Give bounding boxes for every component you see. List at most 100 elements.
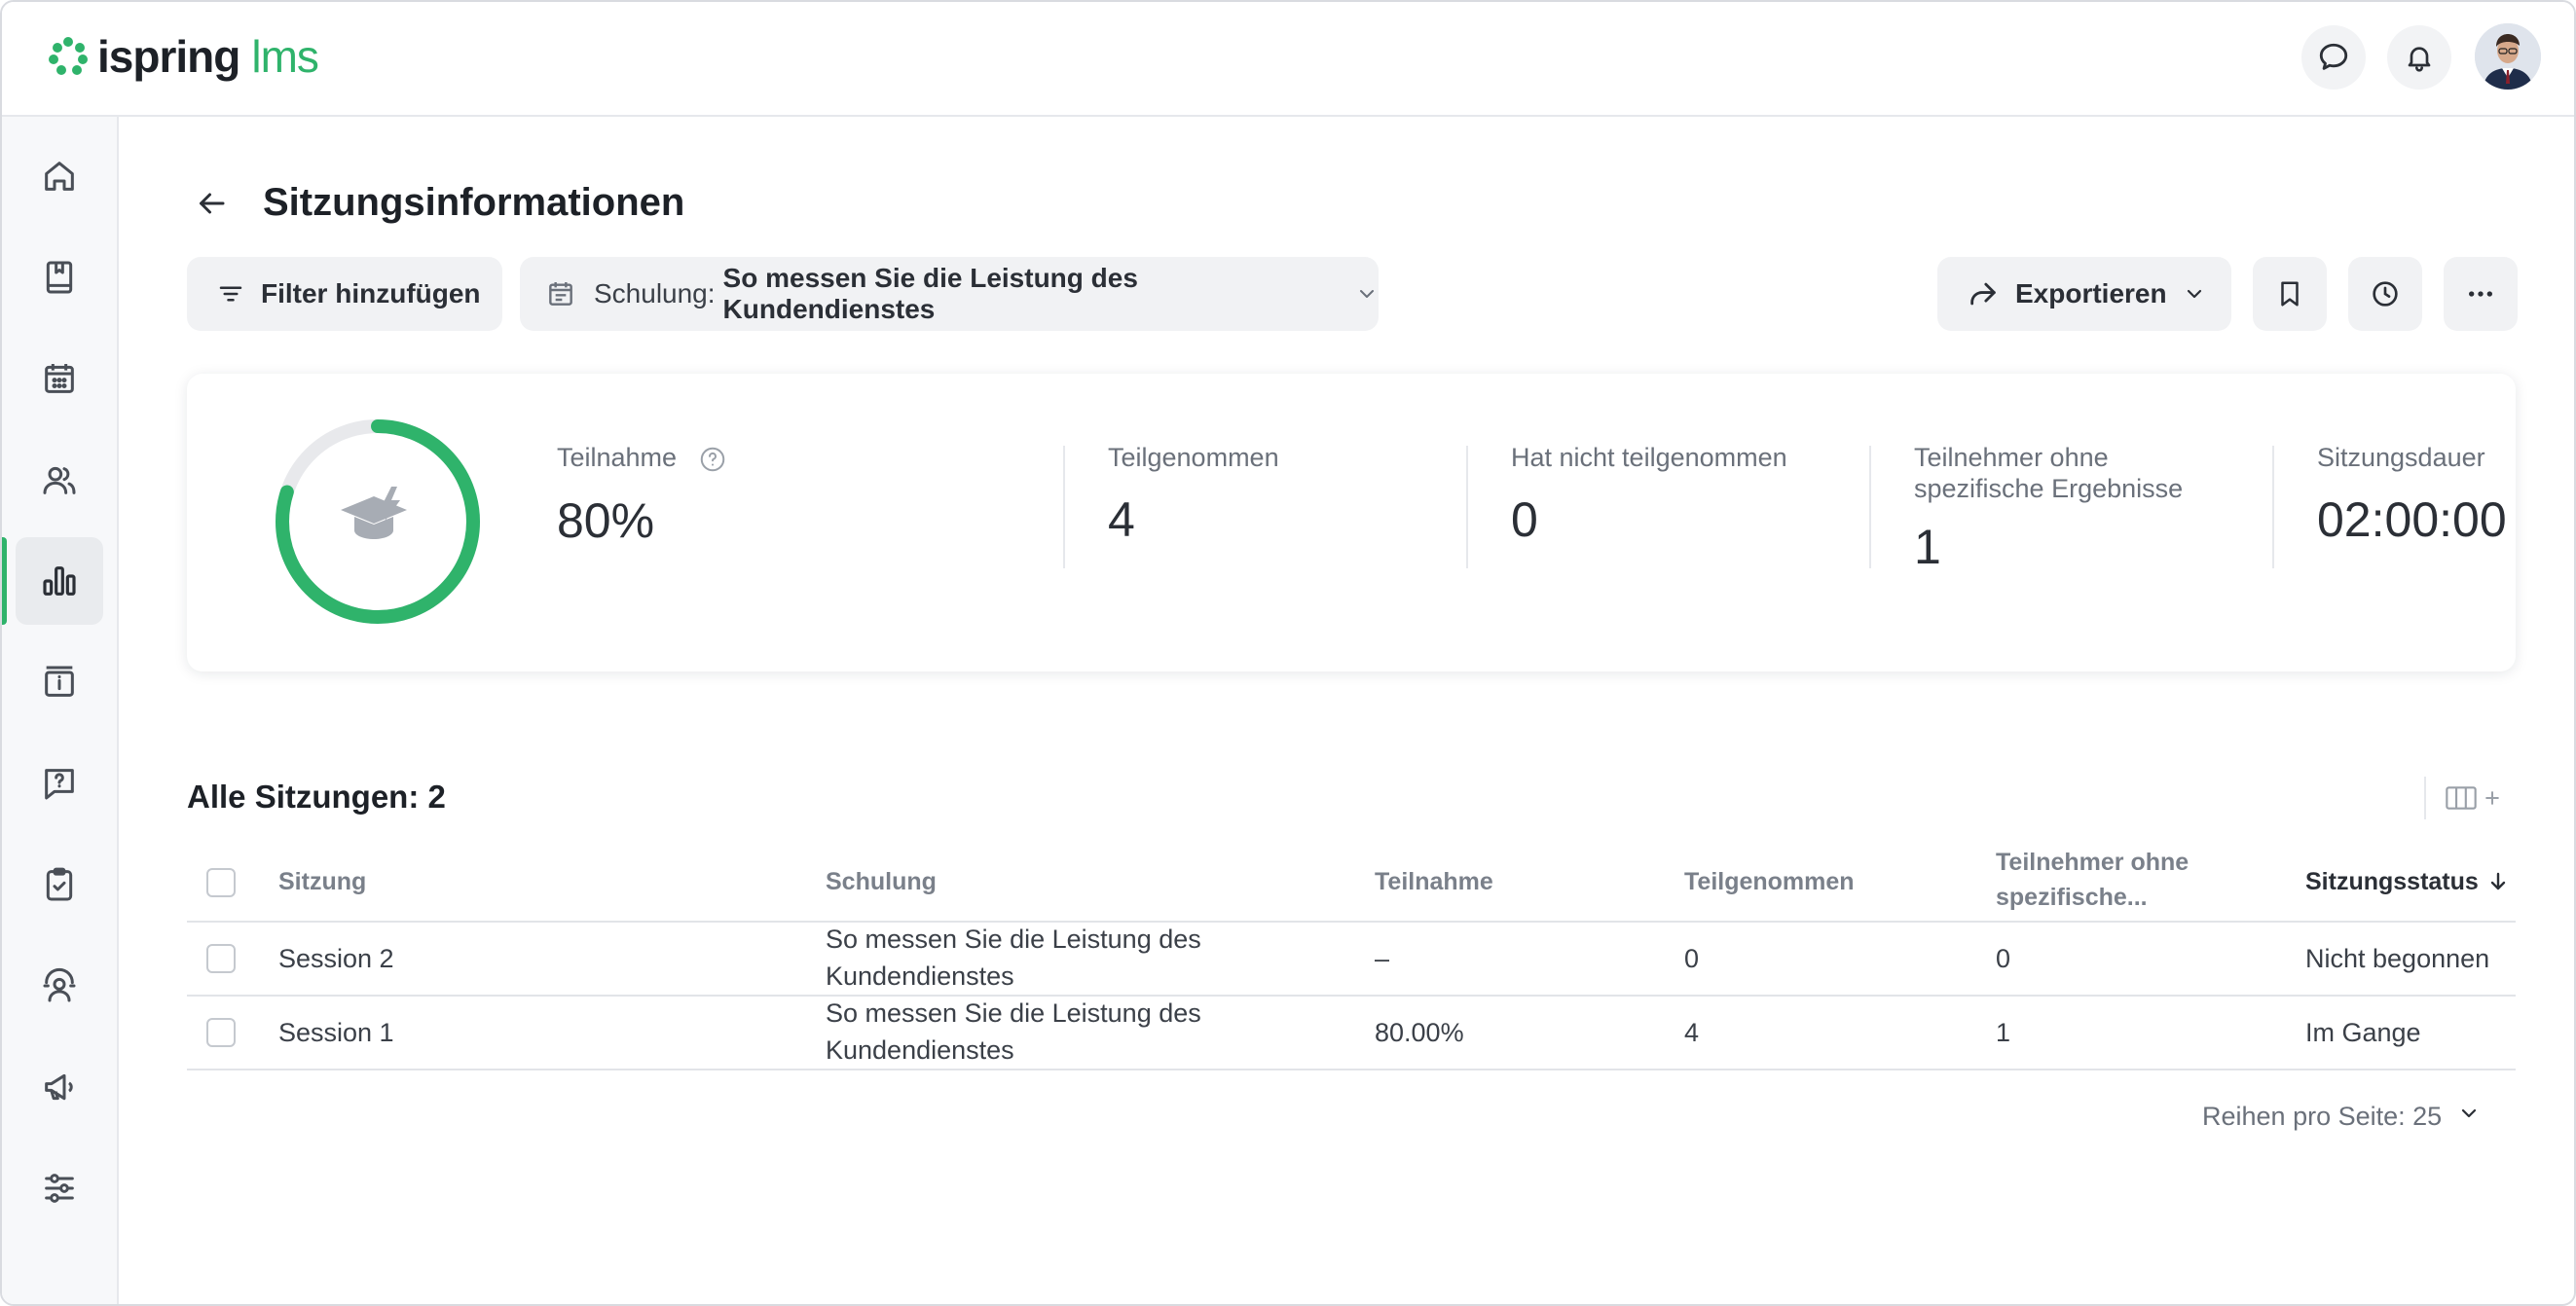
settings-sliders-icon [45,1174,74,1203]
arrow-left-icon [200,193,225,214]
more-options-button[interactable] [2444,257,2518,331]
logo-product-text: lms [251,31,319,82]
course-selector-value: So messen Sie die Leistung des Kundendie… [722,263,1138,324]
stat-duration-value: 02:00:00 [2317,492,2507,547]
sidebar-item-reports[interactable] [2,537,103,625]
stat-duration: Sitzungsdauer 02:00:00 [2317,442,2507,549]
sidebar-item-users[interactable] [16,436,103,524]
users-icon [43,466,76,494]
user-avatar[interactable] [2475,23,2541,90]
chat-bubble-icon [2319,43,2348,70]
row-checkbox[interactable] [206,944,236,973]
clock-icon [2373,281,2398,307]
sidebar-item-home[interactable] [16,132,103,220]
cell-session[interactable]: Session 1 [278,1014,394,1051]
stat-attended-value: 4 [1108,492,1135,547]
column-settings-button[interactable] [2446,777,2514,819]
stat-not-attended: Hat nicht teilgenommen 0 [1511,442,1787,549]
course-selector-prefix: Schulung: [594,278,716,308]
column-header-attended[interactable]: Teilgenommen [1684,864,1855,899]
export-button[interactable]: Exportieren [1937,257,2231,331]
history-button[interactable] [2348,257,2422,331]
stat-attended-label: Teilgenommen [1108,443,1279,472]
bookmark-icon [2281,281,2299,307]
stat-no-results-value: 1 [1914,520,1941,574]
sort-arrow-down-icon [2490,872,2505,890]
page-title: Sitzungsinformationen [263,181,685,224]
bell-icon [2408,47,2431,72]
chevron-down-icon [2457,1102,2481,1132]
stat-no-results: Teilnehmer ohne spezifische Ergebnisse 1 [1914,442,2183,576]
sidebar-item-info-board[interactable] [16,638,103,726]
cell-attendance: 80.00% [1375,1018,1464,1047]
stat-attended: Teilgenommen 4 [1108,442,1279,549]
sessions-table: Sitzung Schulung Teilnahme Teilgenommen … [187,841,2516,1070]
select-all-checkbox[interactable] [206,868,236,897]
sidebar-item-assignments[interactable] [16,841,103,928]
cell-attended: 0 [1684,944,1700,973]
stat-duration-label: Sitzungsdauer [2317,443,2485,472]
help-circle-icon[interactable] [698,445,727,474]
rows-per-page-selector[interactable]: Reihen pro Seite: 25 [2202,1102,2481,1132]
columns-icon [2446,786,2477,810]
column-header-no-results[interactable]: Teilnehmer ohne spezifische... [1996,845,2189,915]
column-header-no-results-line1: Teilnehmer ohne [1996,849,2190,876]
column-header-session[interactable]: Sitzung [278,864,366,899]
stat-no-results-label-line1: Teilnehmer ohne [1914,443,2109,472]
column-header-status[interactable]: Sitzungsstatus [2305,864,2510,899]
column-header-course[interactable]: Schulung [826,864,937,899]
column-header-status-label: Sitzungsstatus [2305,868,2479,895]
chat-button[interactable] [2301,25,2366,90]
bookmark-button[interactable] [2253,257,2327,331]
sidebar-item-questions[interactable] [16,740,103,827]
top-bar: ispring lms [2,2,2574,117]
sidebar-item-settings[interactable] [16,1144,103,1232]
cell-attendance: – [1375,944,1390,973]
more-horizontal-icon [2469,291,2492,297]
table-row[interactable]: Session 1 So messen Sie die Leistung des… [187,997,2516,1070]
stat-no-results-label-line2: spezifische Ergebnisse [1914,474,2184,503]
sidebar-item-calendar[interactable] [16,335,103,422]
toolbar-divider [2424,777,2426,819]
back-button[interactable] [187,179,236,228]
cell-status: Im Gange [2305,1018,2421,1047]
stat-not-attended-value: 0 [1511,492,1538,547]
cell-course-line2: Kundendienstes [826,1035,1014,1065]
cell-attended: 4 [1684,1018,1700,1047]
home-icon [45,162,74,191]
chevron-down-icon [2183,282,2206,306]
app-window: ispring lms Sitzungsinformationen Filter… [0,0,2576,1306]
stat-divider [1466,446,1468,568]
table-header-row: Sitzung Schulung Teilnahme Teilgenommen … [187,841,2516,923]
notifications-button[interactable] [2387,25,2451,90]
calendar-icon [45,364,74,393]
stat-attendance-value: 80% [557,492,655,548]
stat-divider [1063,446,1065,568]
stat-attendance-label: Teilnahme [557,443,678,472]
cell-course: So messen Sie die Leistung des Kundendie… [826,921,1201,995]
filter-icon [216,279,245,308]
column-header-attendance[interactable]: Teilnahme [1375,864,1493,899]
add-filter-button[interactable]: Filter hinzufügen [187,257,502,331]
sidebar-item-announcements[interactable] [16,1043,103,1131]
sidebar-item-coaching[interactable] [16,942,103,1030]
main-content: Sitzungsinformationen Filter hinzufügen … [119,117,2574,1304]
cell-course: So messen Sie die Leistung des Kundendie… [826,995,1201,1069]
cell-no-results: 0 [1996,944,2011,973]
add-filter-label: Filter hinzufügen [261,278,481,308]
cell-status: Nicht begonnen [2305,944,2490,973]
ispring-logo[interactable]: ispring lms [49,31,319,82]
course-selector[interactable]: Schulung: So messen Sie die Leistung des… [520,257,1379,331]
stat-not-attended-label: Hat nicht teilgenommen [1511,443,1787,472]
calendar-icon [545,278,576,309]
logo-mark-icon [49,37,88,76]
logo-brand-text: ispring [97,31,240,82]
stat-divider [1869,446,1871,568]
row-checkbox[interactable] [206,1018,236,1047]
clipboard-check-icon [46,867,73,901]
cell-no-results: 1 [1996,1018,2011,1047]
sessions-count-title: Alle Sitzungen: 2 [187,779,446,815]
table-row[interactable]: Session 2 So messen Sie die Leistung des… [187,923,2516,997]
sidebar-item-learning[interactable] [16,234,103,321]
cell-session[interactable]: Session 2 [278,940,394,977]
